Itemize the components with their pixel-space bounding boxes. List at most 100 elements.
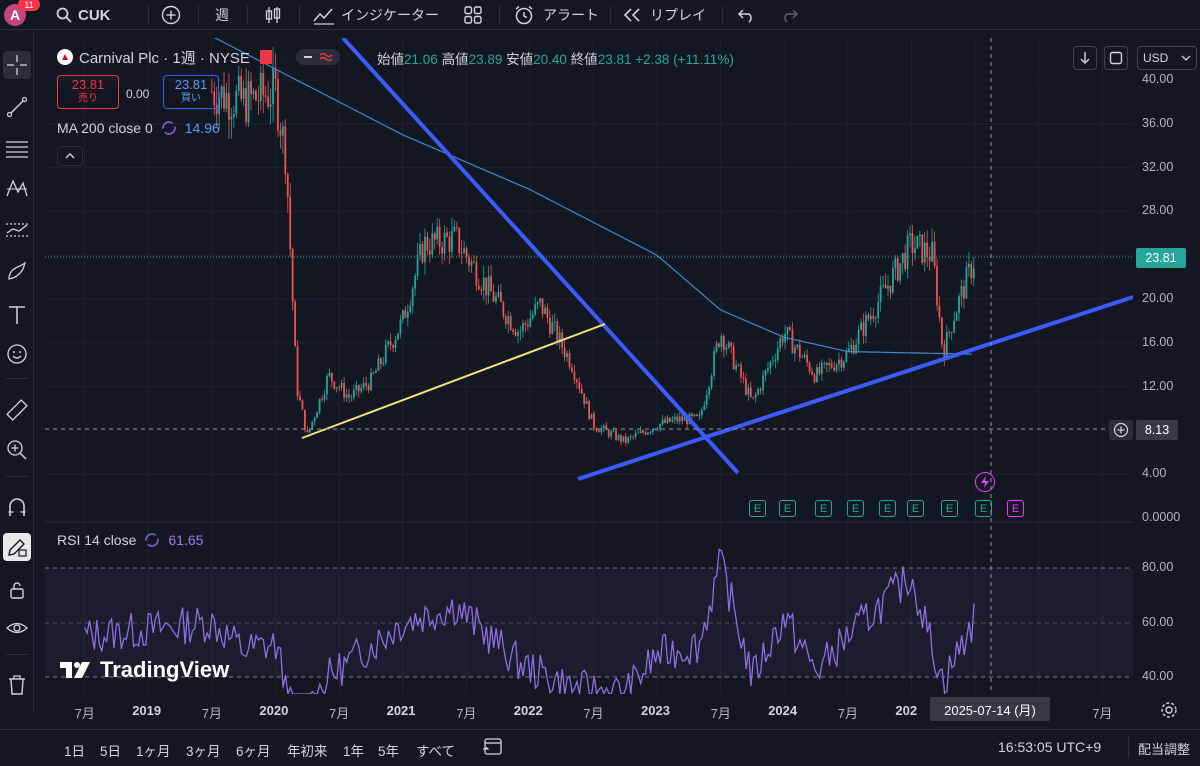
fib-tool[interactable] <box>3 135 31 163</box>
yellow-trendline[interactable] <box>301 323 606 439</box>
symbol-search-button[interactable]: CUK <box>56 0 111 30</box>
candle-body <box>972 268 975 279</box>
candle-body <box>259 72 262 102</box>
time-axis-label: 2022 <box>513 703 543 718</box>
layouts-button[interactable] <box>463 0 483 30</box>
earnings-event[interactable]: E <box>779 500 796 517</box>
candle-body <box>762 375 764 391</box>
candle-body <box>583 393 586 405</box>
add-alert-button[interactable] <box>1109 420 1133 440</box>
stay-in-drawing-mode-tool[interactable] <box>3 533 31 561</box>
candle-body <box>845 351 848 362</box>
candle-body <box>840 359 843 368</box>
price-axis[interactable] <box>1133 38 1200 694</box>
flag-icon[interactable] <box>259 50 272 64</box>
undo-button[interactable] <box>737 0 757 30</box>
candle-body <box>304 409 306 430</box>
lock-drawings-tool[interactable] <box>3 576 31 604</box>
range-button[interactable]: 6ヶ月 <box>236 740 271 760</box>
earnings-event[interactable]: E <box>847 500 864 517</box>
candle-body <box>825 362 828 366</box>
earnings-event[interactable]: E <box>907 500 924 517</box>
ma200-line <box>213 38 972 355</box>
range-button[interactable]: 年初来 <box>287 740 328 760</box>
currency-select[interactable]: USD <box>1137 46 1197 70</box>
clock[interactable]: 16:53:05 UTC+9 <box>998 739 1101 755</box>
candle-body <box>671 419 674 422</box>
redo-button[interactable] <box>779 0 799 30</box>
candle-body <box>321 398 323 400</box>
plus-circle-icon <box>1113 422 1129 438</box>
forecast-tool[interactable] <box>3 216 31 244</box>
earnings-event[interactable]: E <box>975 500 992 517</box>
zoom-tool[interactable] <box>3 436 31 464</box>
upcoming-earnings-event[interactable]: E <box>1007 500 1024 517</box>
candle-body <box>575 379 578 383</box>
text-tool[interactable] <box>3 301 31 329</box>
earnings-event[interactable]: E <box>879 500 896 517</box>
sell-price: 23.81 <box>71 77 105 92</box>
icon-tool[interactable] <box>3 340 31 368</box>
candle-body <box>921 234 924 263</box>
candle-body <box>355 384 358 390</box>
earnings-event[interactable]: E <box>941 500 958 517</box>
trendline-tool[interactable] <box>3 93 31 121</box>
candle-body <box>887 285 889 289</box>
dividend-adjust-toggle[interactable]: 配当調整 <box>1138 739 1190 758</box>
range-button[interactable]: 3ヶ月 <box>186 740 221 760</box>
rsi-indicator-legend[interactable]: RSI 14 close 61.65 <box>57 532 203 548</box>
candle-body <box>931 241 933 262</box>
interval-button[interactable]: 週 <box>215 0 229 30</box>
candle-body <box>284 126 287 174</box>
visibility-toggle[interactable] <box>295 49 340 65</box>
goto-date-button[interactable] <box>482 736 504 761</box>
compare-symbol-button[interactable] <box>161 0 181 30</box>
carnival-logo-icon <box>57 49 73 65</box>
indicators-button[interactable]: インジケーター <box>313 0 439 30</box>
sell-button[interactable]: 23.81 売り <box>57 75 119 109</box>
crosshair-tool[interactable] <box>3 51 31 79</box>
refresh-icon[interactable] <box>161 120 177 136</box>
earnings-event[interactable]: E <box>749 500 766 517</box>
measure-tool[interactable] <box>3 396 31 424</box>
rsi-axis-label: 80.00 <box>1142 560 1174 574</box>
range-button[interactable]: 1年 <box>343 740 364 760</box>
price-axis-label: 12.00 <box>1142 378 1174 393</box>
collapse-legend-button[interactable] <box>57 146 83 166</box>
buy-button[interactable]: 23.81 買い <box>163 75 219 109</box>
candle-body <box>475 262 478 286</box>
fullscreen-button[interactable] <box>1104 46 1128 70</box>
range-button[interactable]: 1日 <box>64 740 85 760</box>
scroll-down-button[interactable] <box>1073 46 1097 70</box>
ma-indicator-legend[interactable]: MA 200 close 0 14.96 <box>57 120 220 136</box>
candle-body <box>541 298 544 314</box>
candle-body <box>926 242 929 258</box>
magnet-tool[interactable] <box>3 493 31 521</box>
pattern-tool[interactable] <box>3 174 31 202</box>
candle-body <box>676 416 679 422</box>
candle-body <box>691 413 693 417</box>
replay-button[interactable]: リプレイ <box>622 0 706 30</box>
time-axis-label: 2023 <box>641 703 670 718</box>
alert-button[interactable]: アラート <box>513 0 599 30</box>
price-axis-label: 16.00 <box>1142 334 1174 349</box>
candle-body <box>796 344 799 348</box>
chart-settings-button[interactable] <box>1160 701 1178 724</box>
refresh-icon[interactable] <box>144 532 160 548</box>
candle-body <box>377 358 380 371</box>
range-button[interactable]: 5日 <box>100 740 121 760</box>
brush-tool[interactable] <box>3 257 31 285</box>
symbol-legend[interactable]: Carnival Plc · 1週 · NYSE <box>57 47 340 67</box>
magnet-icon <box>8 498 26 516</box>
range-button[interactable]: 5年 <box>378 740 399 760</box>
range-button[interactable]: 1ヶ月 <box>136 740 171 760</box>
hide-drawings-tool[interactable] <box>3 614 31 642</box>
candle-body <box>404 310 407 318</box>
price-chart[interactable] <box>45 38 1133 694</box>
chart-type-button[interactable] <box>263 0 283 30</box>
remove-drawings-tool[interactable] <box>3 671 31 699</box>
dividend-event[interactable] <box>975 472 995 492</box>
earnings-event[interactable]: E <box>815 500 832 517</box>
candle-body <box>539 298 541 303</box>
range-button[interactable]: すべて <box>416 740 455 760</box>
